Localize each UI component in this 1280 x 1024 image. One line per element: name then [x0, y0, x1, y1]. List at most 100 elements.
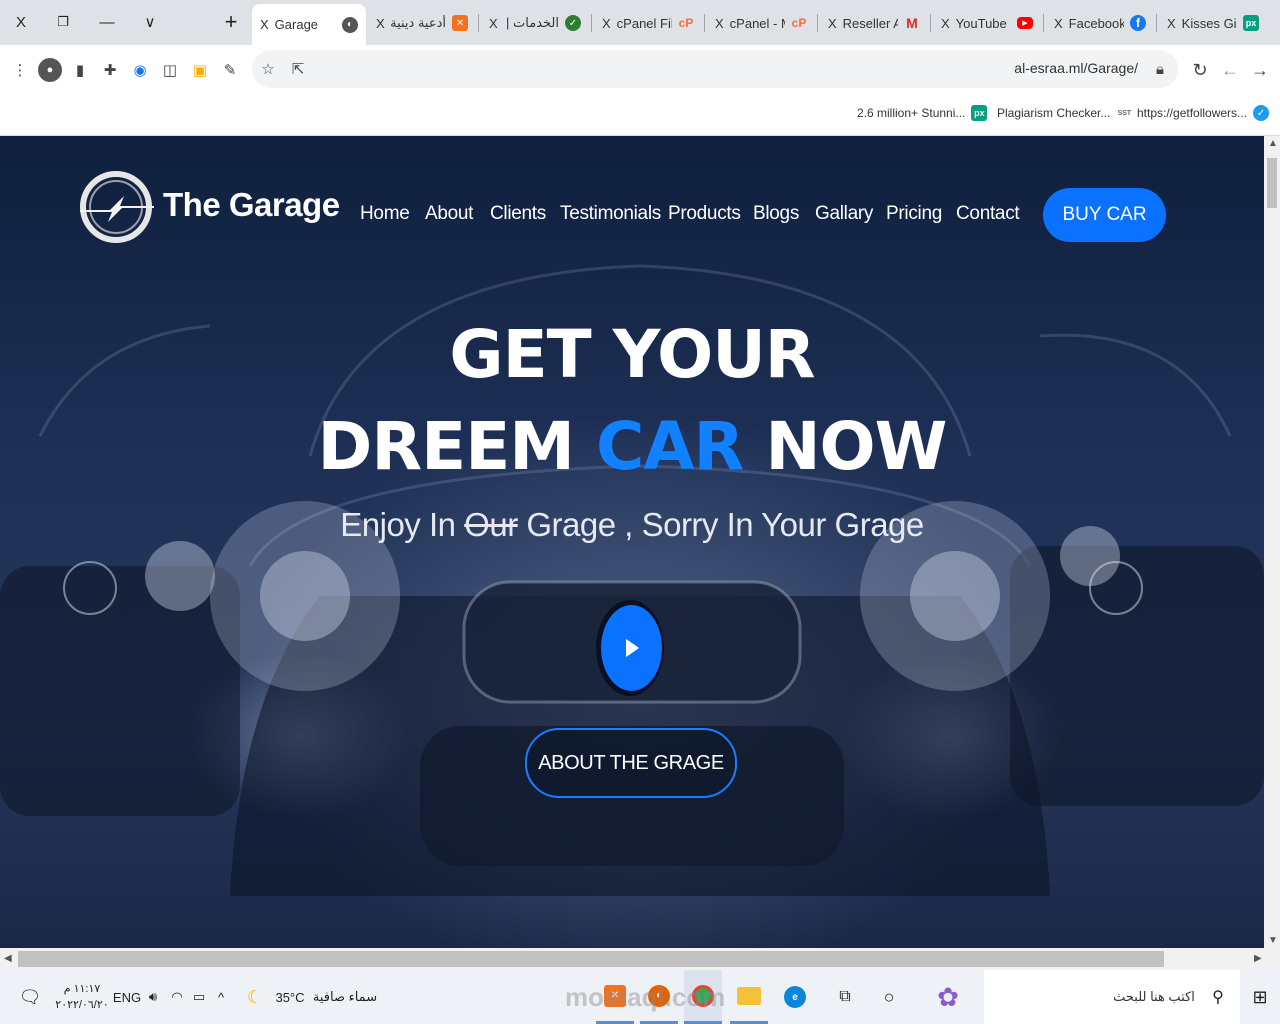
- back-icon[interactable]: →: [1248, 58, 1272, 82]
- tab-close-icon[interactable]: X: [602, 16, 611, 31]
- youtube-icon: ▶: [1017, 17, 1033, 29]
- nav-pricing[interactable]: Pricing: [886, 203, 942, 225]
- address-bar[interactable]: ☆ ⇱ al-esraa.ml/Garage/ 🔒︎: [252, 50, 1178, 88]
- notification-icon[interactable]: 🗨︎: [14, 970, 46, 1024]
- page-viewport: The Garage Home About Clients Testimonia…: [0, 136, 1264, 948]
- tab-adeya[interactable]: X أدعية دينية ✕: [368, 6, 476, 40]
- brand-name[interactable]: The Garage: [163, 186, 340, 224]
- taskbar-search-box[interactable]: اكتب هنا للبحث ⚲: [984, 970, 1240, 1024]
- nav-gallary[interactable]: Gallary: [815, 203, 873, 225]
- bookmark-getfollowers[interactable]: https://getfollowers... ✓: [1137, 105, 1270, 121]
- headline-word: NOW: [765, 408, 947, 485]
- subtitle-part: Grage , Sorry In Your Grage: [526, 506, 924, 543]
- nav-contact[interactable]: Contact: [956, 203, 1020, 225]
- subtitle-strikethrough: Our: [464, 506, 518, 543]
- bookmark-plagiarism[interactable]: Plagiarism Checker... SST: [997, 105, 1132, 121]
- tab-close-icon[interactable]: X: [828, 16, 837, 31]
- pexels-icon: px: [1243, 15, 1259, 31]
- tab-youtube[interactable]: X YouTube ▶: [933, 6, 1041, 40]
- menu-dots-icon[interactable]: ⋮: [8, 58, 32, 82]
- tab-facebook[interactable]: X Facebook f: [1046, 6, 1154, 40]
- eyedropper-icon[interactable]: ✎: [218, 58, 242, 82]
- tray-chevron-icon[interactable]: ^: [210, 970, 232, 1024]
- file-explorer-taskbar-icon[interactable]: [730, 970, 768, 1024]
- play-video-button[interactable]: [601, 605, 662, 691]
- extensions-icon[interactable]: ✚: [98, 58, 122, 82]
- tab-services[interactable]: X الخدمات | S ✓: [481, 6, 589, 40]
- site-navbar: The Garage Home About Clients Testimonia…: [0, 136, 1264, 296]
- weather-text[interactable]: سماء صافية: [310, 970, 380, 1024]
- tab-divider: [1156, 14, 1157, 32]
- services-icon: ✓: [565, 15, 581, 31]
- tab-close-icon[interactable]: X: [489, 16, 498, 31]
- tab-kisses-girl[interactable]: X Kisses Girl px: [1159, 6, 1267, 40]
- extension-note-icon[interactable]: ▣: [188, 58, 212, 82]
- close-window-button[interactable]: X: [6, 8, 36, 36]
- task-view-icon[interactable]: ⧉: [826, 970, 864, 1024]
- tab-close-icon[interactable]: X: [715, 16, 724, 31]
- sidebar-icon[interactable]: ▮: [68, 58, 92, 82]
- weather-moon-icon[interactable]: ☾: [242, 970, 268, 1024]
- extension-globe-icon[interactable]: ◉: [128, 58, 152, 82]
- about-the-garage-button[interactable]: ABOUT THE GRAGE: [525, 728, 737, 798]
- horizontal-scroll-thumb[interactable]: [18, 951, 1164, 967]
- scroll-up-icon[interactable]: ▲: [1268, 138, 1278, 149]
- nav-about[interactable]: About: [425, 203, 473, 225]
- new-tab-button[interactable]: +: [216, 8, 246, 36]
- tab-strip: X ❐ — ∨ + X Garage ◐ X أدعية دينية ✕ X ا…: [0, 0, 1280, 45]
- reload-icon[interactable]: ↻: [1188, 58, 1212, 82]
- tab-cpanel-file[interactable]: X cPanel File cP: [594, 6, 702, 40]
- tab-title: Garage: [274, 17, 319, 32]
- tab-close-icon[interactable]: X: [376, 16, 385, 31]
- nav-home[interactable]: Home: [360, 203, 410, 225]
- tab-cpanel-m[interactable]: X cPanel - M cP: [707, 6, 815, 40]
- language-indicator[interactable]: ENG: [112, 970, 142, 1024]
- tab-reseller[interactable]: X Reseller Ac M: [820, 6, 928, 40]
- pexels-icon: px: [971, 105, 988, 121]
- tab-title: YouTube: [955, 15, 1007, 31]
- bookmark-pexels[interactable]: 2.6 million+ Stunni... px: [857, 105, 988, 121]
- tab-divider: [591, 14, 592, 32]
- horizontal-scrollbar[interactable]: ◀ ▶: [0, 948, 1280, 970]
- tab-close-icon[interactable]: X: [1054, 16, 1063, 31]
- camera-icon[interactable]: ◫: [158, 58, 182, 82]
- search-highlight-icon[interactable]: ✿: [912, 970, 984, 1024]
- bookmark-star-icon[interactable]: ☆: [256, 57, 280, 81]
- forward-icon[interactable]: ←: [1218, 58, 1242, 82]
- tab-close-icon[interactable]: X: [941, 16, 950, 31]
- scroll-left-icon[interactable]: ◀: [4, 953, 12, 964]
- bookmark-label: https://getfollowers...: [1137, 106, 1248, 120]
- buy-car-button[interactable]: BUY CAR: [1043, 188, 1166, 242]
- minimize-window-button[interactable]: —: [92, 8, 122, 36]
- cortana-icon[interactable]: ○: [872, 970, 906, 1024]
- clock-time: ١١:١٧ م: [63, 983, 101, 995]
- volume-icon[interactable]: 🔊︎: [142, 970, 164, 1024]
- nav-clients[interactable]: Clients: [490, 203, 546, 225]
- edge-taskbar-icon[interactable]: e: [776, 970, 814, 1024]
- tab-close-icon[interactable]: X: [1167, 16, 1176, 31]
- nav-blogs[interactable]: Blogs: [753, 203, 799, 225]
- tab-garage[interactable]: X Garage ◐: [252, 4, 366, 45]
- vertical-scrollbar[interactable]: ▲ ▼: [1264, 136, 1280, 948]
- hero-subtitle: Enjoy In Our Grage , Sorry In Your Grage: [0, 506, 1264, 544]
- clock[interactable]: ١١:١٧ م ٢٠٢٢/٠٦/٢٠: [52, 970, 112, 1024]
- tab-search-button[interactable]: ∨: [135, 8, 165, 36]
- battery-icon[interactable]: ▭: [188, 970, 210, 1024]
- nav-testimonials[interactable]: Testimonials: [560, 203, 661, 225]
- weather-temp[interactable]: 35°C: [270, 970, 310, 1024]
- lock-icon[interactable]: 🔒︎: [1148, 57, 1172, 81]
- windows-start-icon[interactable]: ⊞: [1240, 970, 1280, 1024]
- profile-avatar[interactable]: ●: [38, 58, 62, 82]
- tab-close-icon[interactable]: X: [260, 17, 269, 32]
- nav-products[interactable]: Products: [668, 203, 741, 225]
- restore-window-button[interactable]: ❐: [48, 8, 78, 36]
- verified-icon: ✓: [1253, 105, 1270, 121]
- wifi-icon[interactable]: ◠: [166, 970, 188, 1024]
- share-icon[interactable]: ⇱: [286, 57, 310, 81]
- scroll-right-icon[interactable]: ▶: [1254, 953, 1262, 964]
- opel-logo-icon[interactable]: [78, 162, 158, 252]
- scroll-down-icon[interactable]: ▼: [1268, 935, 1278, 946]
- vertical-scroll-thumb[interactable]: [1267, 158, 1277, 208]
- hero-headline-line2: DREEM CAR NOW: [0, 408, 1264, 485]
- tab-divider: [930, 14, 931, 32]
